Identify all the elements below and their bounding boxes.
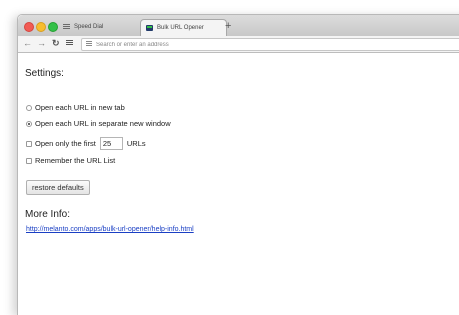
tab-label: Speed Dial — [74, 24, 104, 30]
address-input[interactable] — [96, 39, 376, 50]
option-remember[interactable]: Remember the URL List — [26, 156, 115, 166]
tab-speed-dial[interactable]: Speed Dial — [58, 19, 140, 36]
option-label-suffix: URLs — [126, 138, 146, 148]
tab-bar: Speed Dial Bulk URL Opener + — [18, 15, 459, 36]
minimize-window-button[interactable] — [36, 22, 46, 32]
browser-window: Speed Dial Bulk URL Opener + ← → ↻ Setti… — [17, 14, 459, 315]
back-icon[interactable]: ← — [23, 38, 32, 49]
reload-icon[interactable]: ↻ — [52, 38, 60, 49]
address-bar[interactable] — [81, 38, 459, 51]
tab-label: Bulk URL Opener — [157, 25, 204, 31]
option-label: Remember the URL List — [35, 156, 116, 165]
option-label: Open each URL in separate new window — [35, 119, 171, 128]
checkbox-first-n[interactable] — [26, 140, 32, 147]
checkbox-remember[interactable] — [26, 158, 32, 164]
option-new-tab[interactable]: Open each URL in new tab — [26, 103, 125, 113]
page-content: Settings: Open each URL in new tab Open … — [18, 53, 459, 315]
page-icon — [86, 41, 92, 47]
speed-dial-grid-icon[interactable] — [66, 40, 73, 46]
option-new-window[interactable]: Open each URL in separate new window — [26, 119, 171, 129]
close-window-button[interactable] — [24, 22, 34, 32]
restore-defaults-button[interactable]: restore defaults — [26, 180, 90, 195]
speed-dial-icon — [63, 24, 70, 30]
option-first-n[interactable]: Open only the first URLs — [26, 137, 146, 150]
radio-new-tab[interactable] — [26, 105, 32, 111]
radio-new-window[interactable] — [26, 121, 32, 127]
more-info-heading: More Info: — [25, 209, 71, 220]
option-label: Open only the first — [35, 138, 96, 148]
settings-heading: Settings: — [25, 68, 64, 79]
bulk-url-opener-icon — [146, 25, 153, 31]
forward-icon[interactable]: → — [37, 38, 46, 49]
zoom-window-button[interactable] — [48, 22, 58, 32]
option-label: Open each URL in new tab — [35, 103, 125, 112]
tab-bulk-url-opener[interactable]: Bulk URL Opener — [140, 19, 227, 36]
help-info-link[interactable]: http://melanto.com/apps/bulk-url-opener/… — [26, 226, 194, 233]
navigation-toolbar: ← → ↻ — [18, 36, 459, 53]
url-count-input[interactable] — [99, 137, 123, 150]
new-tab-button[interactable]: + — [225, 20, 231, 32]
